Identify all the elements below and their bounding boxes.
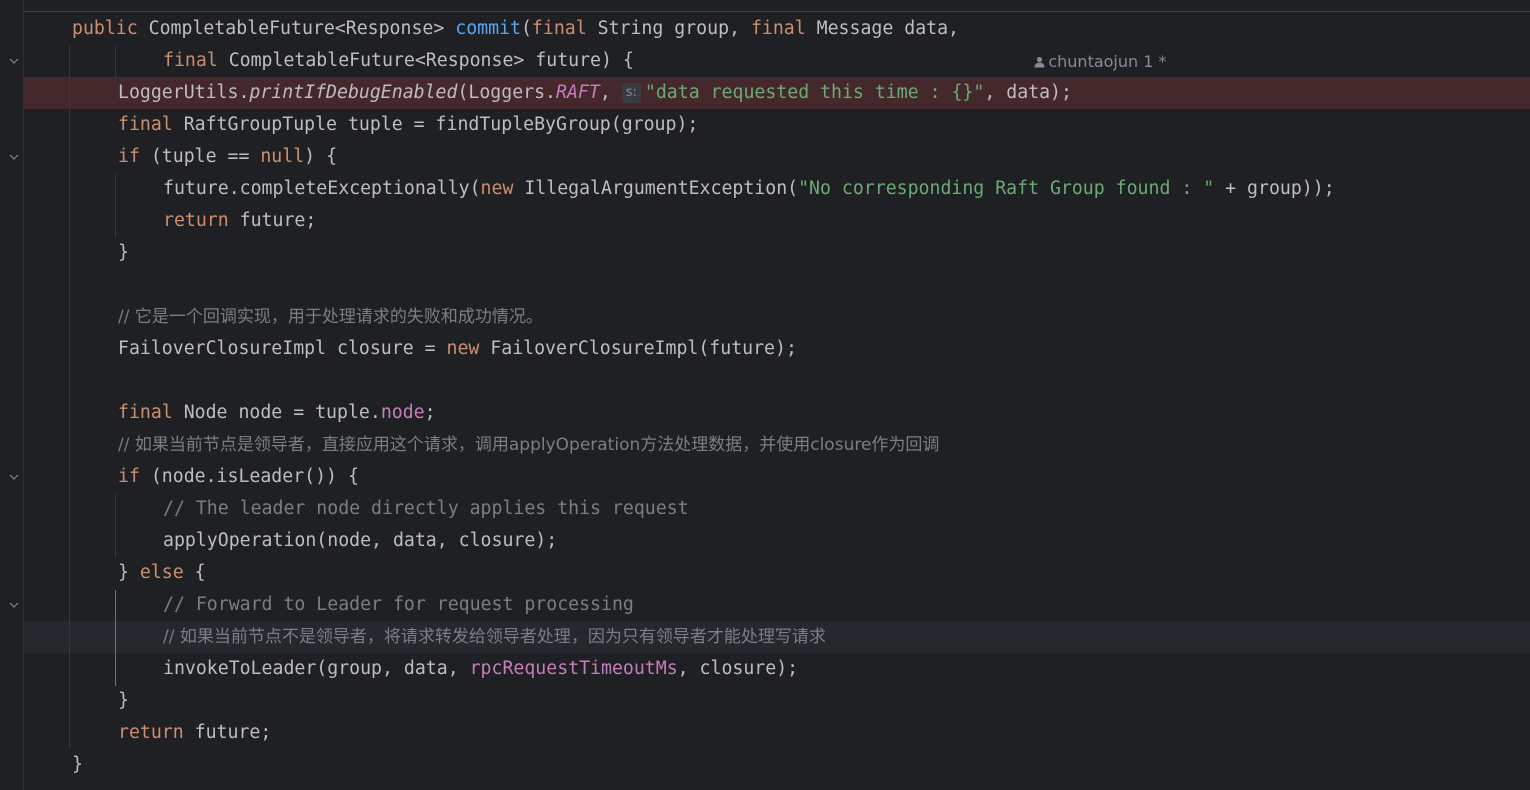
indent-guide (69, 46, 70, 748)
code-line[interactable]: final CompletableFuture<Response> future… (163, 45, 634, 77)
code-token: // 如果当前节点不是领导者，将请求转发给领导者处理，因为只有领导者才能处理写请… (163, 627, 826, 647)
code-token: final (118, 402, 184, 423)
code-line[interactable]: } (72, 749, 83, 781)
code-line[interactable]: } else { (118, 557, 206, 589)
code-token: "data requested this time : {}" (644, 82, 985, 103)
code-token: ) { (304, 146, 338, 167)
code-token: final (163, 50, 229, 71)
code-line[interactable]: LoggerUtils.printIfDebugEnabled(Loggers.… (118, 77, 1072, 109)
chevron-down-icon[interactable] (9, 472, 19, 482)
code-token: return (163, 210, 240, 231)
code-editor[interactable]: public CompletableFuture<Response> commi… (0, 0, 1530, 790)
code-token: future; (239, 210, 317, 231)
code-line[interactable]: // 如果当前节点是领导者，直接应用这个请求，调用applyOperation方… (118, 429, 939, 461)
code-token: RAFT (556, 82, 600, 103)
code-token: // 如果当前节点是领导者，直接应用这个请求，调用applyOperation方… (118, 435, 940, 455)
code-line[interactable]: // The leader node directly applies this… (163, 493, 689, 525)
code-line[interactable]: future.completeExceptionally(new Illegal… (163, 173, 1335, 205)
code-token: RaftGroupTuple tuple = findTupleByGroup(… (183, 114, 699, 135)
code-token: invokeToLeader(group, data, (163, 658, 470, 679)
indent-guide (115, 46, 116, 78)
code-line[interactable]: if (tuple == null) { (118, 141, 337, 173)
code-line[interactable]: return future; (118, 717, 271, 749)
indent-guide-active (115, 590, 116, 686)
code-token: public (72, 18, 149, 39)
code-token: // Forward to Leader for request process… (163, 594, 634, 615)
code-token: rpcRequestTimeoutMs (469, 658, 678, 679)
code-token: // 它是一个回调实现，用于处理请求的失败和成功情况。 (118, 307, 543, 327)
code-token: future; (194, 722, 272, 743)
code-token: , closure); (677, 658, 799, 679)
code-token: FailoverClosureImpl closure = (118, 338, 447, 359)
parameter-hint: s: (621, 83, 641, 103)
code-token: CompletableFuture<Response> (148, 18, 456, 39)
code-token: ( (520, 18, 532, 39)
editor-gutter[interactable] (0, 0, 24, 790)
code-token: } (72, 754, 83, 775)
code-token: printIfDebugEnabled (249, 82, 458, 103)
code-token: String group, (597, 18, 751, 39)
code-token: node (380, 402, 425, 423)
code-token: (node.isLeader()) { (150, 466, 359, 487)
code-line[interactable]: public CompletableFuture<Response> commi… (72, 13, 959, 45)
code-line[interactable]: final Node node = tuple.node; (118, 397, 436, 429)
code-token: } (118, 562, 140, 583)
code-token: , (599, 82, 622, 103)
code-token: { (194, 562, 206, 583)
code-token: commit (455, 18, 521, 39)
author-inlay[interactable]: chuntaojun 1 * (1014, 14, 1167, 71)
code-token: LoggerUtils. (118, 82, 250, 103)
code-token: CompletableFuture<Response> future) { (228, 50, 634, 71)
code-token: } (118, 690, 129, 711)
code-token: "No corresponding Raft Group found : " (798, 178, 1215, 199)
code-token: } (118, 242, 129, 263)
code-token: else (139, 562, 195, 583)
code-token: return (118, 722, 195, 743)
code-token: final (750, 18, 817, 39)
code-line[interactable]: // Forward to Leader for request process… (163, 589, 634, 621)
code-token: applyOperation(node, data, closure); (163, 530, 558, 551)
code-token: new (480, 178, 525, 199)
indent-guide (115, 494, 116, 558)
code-token: final (118, 114, 184, 135)
gutter-separator (23, 0, 24, 790)
code-token: ; (424, 402, 436, 423)
code-line[interactable]: invokeToLeader(group, data, rpcRequestTi… (163, 653, 798, 685)
code-token: if (118, 146, 151, 167)
code-token: final (531, 18, 598, 39)
code-token: + group)); (1214, 178, 1335, 199)
code-line[interactable]: // 它是一个回调实现，用于处理请求的失败和成功情况。 (118, 301, 543, 333)
code-token: (Loggers. (457, 82, 557, 103)
user-icon (1034, 56, 1045, 68)
code-token: // The leader node directly applies this… (163, 498, 689, 519)
code-line[interactable]: applyOperation(node, data, closure); (163, 525, 557, 557)
editor-top-border (24, 11, 1530, 12)
code-token: future.completeExceptionally( (163, 178, 481, 199)
code-token: Node node = tuple. (183, 402, 381, 423)
code-line[interactable]: FailoverClosureImpl closure = new Failov… (118, 333, 797, 365)
code-token: null (260, 146, 305, 167)
code-token: FailoverClosureImpl(future); (490, 338, 797, 359)
code-token: (tuple == (150, 146, 261, 167)
indent-guide (115, 174, 116, 238)
code-line[interactable]: return future; (163, 205, 316, 237)
author-name: chuntaojun 1 * (1048, 52, 1167, 71)
code-token: Message data, (816, 18, 959, 39)
chevron-down-icon[interactable] (9, 56, 19, 66)
code-line[interactable]: } (118, 237, 129, 269)
code-line[interactable]: } (118, 685, 129, 717)
code-line[interactable]: final RaftGroupTuple tuple = findTupleBy… (118, 109, 698, 141)
code-token: IllegalArgumentException( (524, 178, 799, 199)
code-token: , data); (984, 82, 1072, 103)
code-token: new (446, 338, 491, 359)
code-line[interactable]: // 如果当前节点不是领导者，将请求转发给领导者处理，因为只有领导者才能处理写请… (163, 621, 826, 653)
code-line[interactable]: if (node.isLeader()) { (118, 461, 359, 493)
chevron-down-icon[interactable] (9, 600, 19, 610)
chevron-down-icon[interactable] (9, 152, 19, 162)
code-token: if (118, 466, 151, 487)
